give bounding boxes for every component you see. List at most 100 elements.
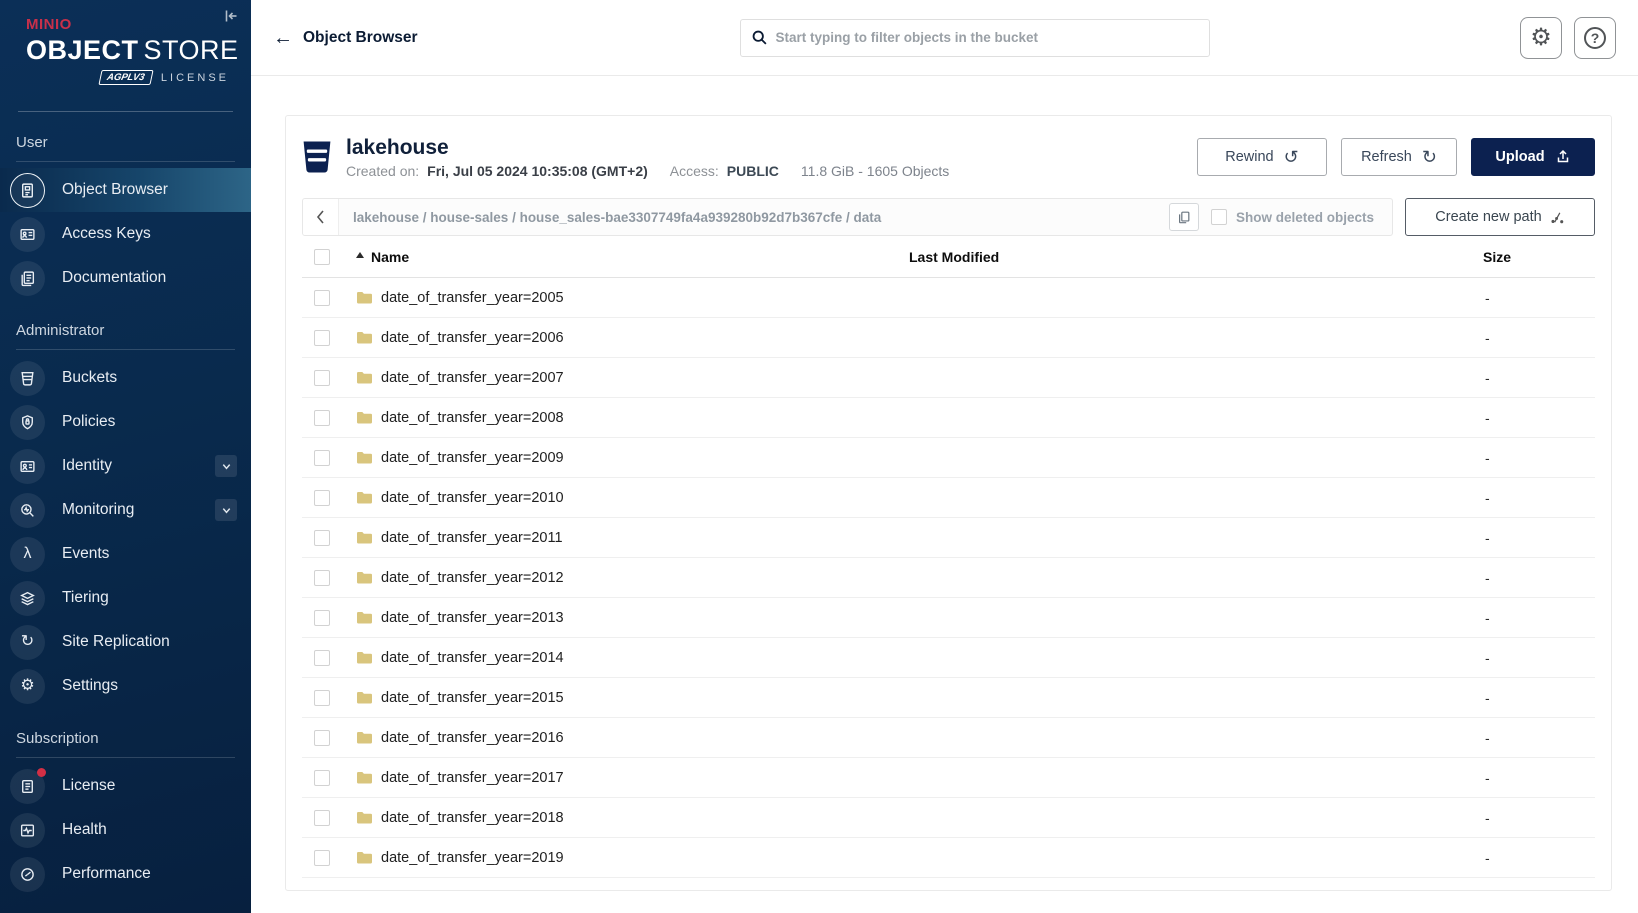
show-deleted-checkbox[interactable]	[1211, 209, 1227, 225]
product-wordmark: OBJECTSTORE	[26, 35, 231, 66]
chevron-left-icon[interactable]	[303, 199, 339, 235]
folder-icon	[356, 690, 373, 705]
table-row[interactable]: date_of_transfer_year=2006 -	[302, 318, 1595, 358]
object-name-link[interactable]: date_of_transfer_year=2012	[381, 570, 564, 586]
sidebar-item-object-browser[interactable]: Object Browser	[0, 168, 251, 212]
object-name-link[interactable]: date_of_transfer_year=2015	[381, 690, 564, 706]
chevron-down-icon[interactable]	[215, 499, 237, 521]
row-checkbox[interactable]	[314, 770, 330, 786]
table-row[interactable]: date_of_transfer_year=2005 -	[302, 278, 1595, 318]
row-checkbox[interactable]	[314, 850, 330, 866]
table-row[interactable]: date_of_transfer_year=2009 -	[302, 438, 1595, 478]
row-checkbox[interactable]	[314, 450, 330, 466]
row-checkbox[interactable]	[314, 690, 330, 706]
row-checkbox[interactable]	[314, 530, 330, 546]
object-name-link[interactable]: date_of_transfer_year=2017	[381, 770, 564, 786]
sidebar-item-monitoring[interactable]: Monitoring	[0, 488, 251, 532]
row-checkbox[interactable]	[314, 730, 330, 746]
main-area: ← Object Browser ⚙ ?	[251, 0, 1638, 913]
sidebar-item-label: Monitoring	[62, 501, 198, 519]
table-row[interactable]: date_of_transfer_year=2008 -	[302, 398, 1595, 438]
object-list: date_of_transfer_year=2005 - date_of_tra…	[302, 278, 1595, 878]
back-arrow-icon[interactable]: ←	[273, 28, 293, 48]
size-cell: -	[1483, 530, 1595, 546]
create-new-path-button[interactable]: Create new path	[1405, 198, 1595, 236]
folder-icon	[356, 450, 373, 465]
show-deleted-toggle[interactable]: Show deleted objects	[1211, 209, 1374, 225]
folder-icon	[356, 530, 373, 545]
table-row[interactable]: date_of_transfer_year=2019 -	[302, 838, 1595, 878]
refresh-button[interactable]: Refresh↻	[1341, 138, 1457, 176]
copy-icon	[1177, 210, 1191, 224]
object-name-link[interactable]: date_of_transfer_year=2008	[381, 410, 564, 426]
table-row[interactable]: date_of_transfer_year=2018 -	[302, 798, 1595, 838]
object-name-link[interactable]: date_of_transfer_year=2007	[381, 370, 564, 386]
row-checkbox[interactable]	[314, 610, 330, 626]
table-row[interactable]: date_of_transfer_year=2007 -	[302, 358, 1595, 398]
sidebar-item-documentation[interactable]: Documentation	[0, 256, 251, 300]
sidebar-item-settings[interactable]: ⚙ Settings	[0, 664, 251, 708]
rewind-button[interactable]: Rewind↺	[1197, 138, 1327, 176]
sidebar-item-performance[interactable]: Performance	[0, 852, 251, 896]
object-name-link[interactable]: date_of_transfer_year=2014	[381, 650, 564, 666]
sidebar-item-access-keys[interactable]: Access Keys	[0, 212, 251, 256]
table-row[interactable]: date_of_transfer_year=2016 -	[302, 718, 1595, 758]
table-row[interactable]: date_of_transfer_year=2014 -	[302, 638, 1595, 678]
row-checkbox[interactable]	[314, 570, 330, 586]
size-cell: -	[1483, 850, 1595, 866]
sidebar-item-license[interactable]: License	[0, 764, 251, 808]
sidebar-item-health[interactable]: Health	[0, 808, 251, 852]
object-name-link[interactable]: date_of_transfer_year=2005	[381, 290, 564, 306]
search-input[interactable]	[776, 30, 1199, 45]
help-icon: ?	[1584, 27, 1606, 49]
replication-icon: ↻	[21, 634, 34, 650]
breadcrumb[interactable]: lakehouse / house-sales / house_sales-ba…	[339, 210, 1169, 225]
folder-icon	[356, 490, 373, 505]
row-checkbox[interactable]	[314, 370, 330, 386]
table-row[interactable]: date_of_transfer_year=2017 -	[302, 758, 1595, 798]
table-row[interactable]: date_of_transfer_year=2013 -	[302, 598, 1595, 638]
table-row[interactable]: date_of_transfer_year=2015 -	[302, 678, 1595, 718]
sidebar-item-tiering[interactable]: Tiering	[0, 576, 251, 620]
sidebar-item-identity[interactable]: Identity	[0, 444, 251, 488]
object-name-link[interactable]: date_of_transfer_year=2006	[381, 330, 564, 346]
table-row[interactable]: date_of_transfer_year=2010 -	[302, 478, 1595, 518]
rewind-icon: ↺	[1284, 148, 1299, 166]
size-cell: -	[1483, 410, 1595, 426]
table-row[interactable]: date_of_transfer_year=2012 -	[302, 558, 1595, 598]
row-checkbox[interactable]	[314, 810, 330, 826]
row-checkbox[interactable]	[314, 490, 330, 506]
object-name-link[interactable]: date_of_transfer_year=2010	[381, 490, 564, 506]
object-name-link[interactable]: date_of_transfer_year=2009	[381, 450, 564, 466]
sidebar-item-label: Object Browser	[62, 181, 251, 199]
row-checkbox[interactable]	[314, 290, 330, 306]
object-name-link[interactable]: date_of_transfer_year=2011	[381, 530, 563, 546]
row-checkbox[interactable]	[314, 650, 330, 666]
column-header-last-modified[interactable]: Last Modified	[909, 249, 1483, 265]
access-value[interactable]: PUBLIC	[727, 163, 779, 179]
sidebar-item-site-replication[interactable]: ↻ Site Replication	[0, 620, 251, 664]
help-button[interactable]: ?	[1574, 17, 1616, 59]
performance-icon	[19, 866, 36, 883]
object-name-link[interactable]: date_of_transfer_year=2019	[381, 850, 564, 866]
table-row[interactable]: date_of_transfer_year=2011 -	[302, 518, 1595, 558]
column-header-size[interactable]: Size	[1483, 249, 1595, 265]
folder-icon	[356, 810, 373, 825]
select-all-checkbox[interactable]	[314, 249, 330, 265]
sidebar: MINIO OBJECTSTORE AGPLV3 LICENSE User Ob…	[0, 0, 251, 913]
object-name-link[interactable]: date_of_transfer_year=2016	[381, 730, 564, 746]
bucket-usage: 11.8 GiB - 1605 Objects	[801, 163, 949, 179]
row-checkbox[interactable]	[314, 410, 330, 426]
collapse-sidebar-icon[interactable]	[223, 8, 239, 24]
object-name-link[interactable]: date_of_transfer_year=2013	[381, 610, 564, 626]
settings-button[interactable]: ⚙	[1520, 17, 1562, 59]
column-header-name[interactable]: Name	[346, 249, 909, 265]
chevron-down-icon[interactable]	[215, 455, 237, 477]
row-checkbox[interactable]	[314, 330, 330, 346]
copy-path-button[interactable]	[1169, 203, 1199, 231]
upload-button[interactable]: Upload	[1471, 138, 1595, 176]
sidebar-item-buckets[interactable]: Buckets	[0, 356, 251, 400]
sidebar-item-policies[interactable]: Policies	[0, 400, 251, 444]
object-name-link[interactable]: date_of_transfer_year=2018	[381, 810, 564, 826]
sidebar-item-events[interactable]: λ Events	[0, 532, 251, 576]
